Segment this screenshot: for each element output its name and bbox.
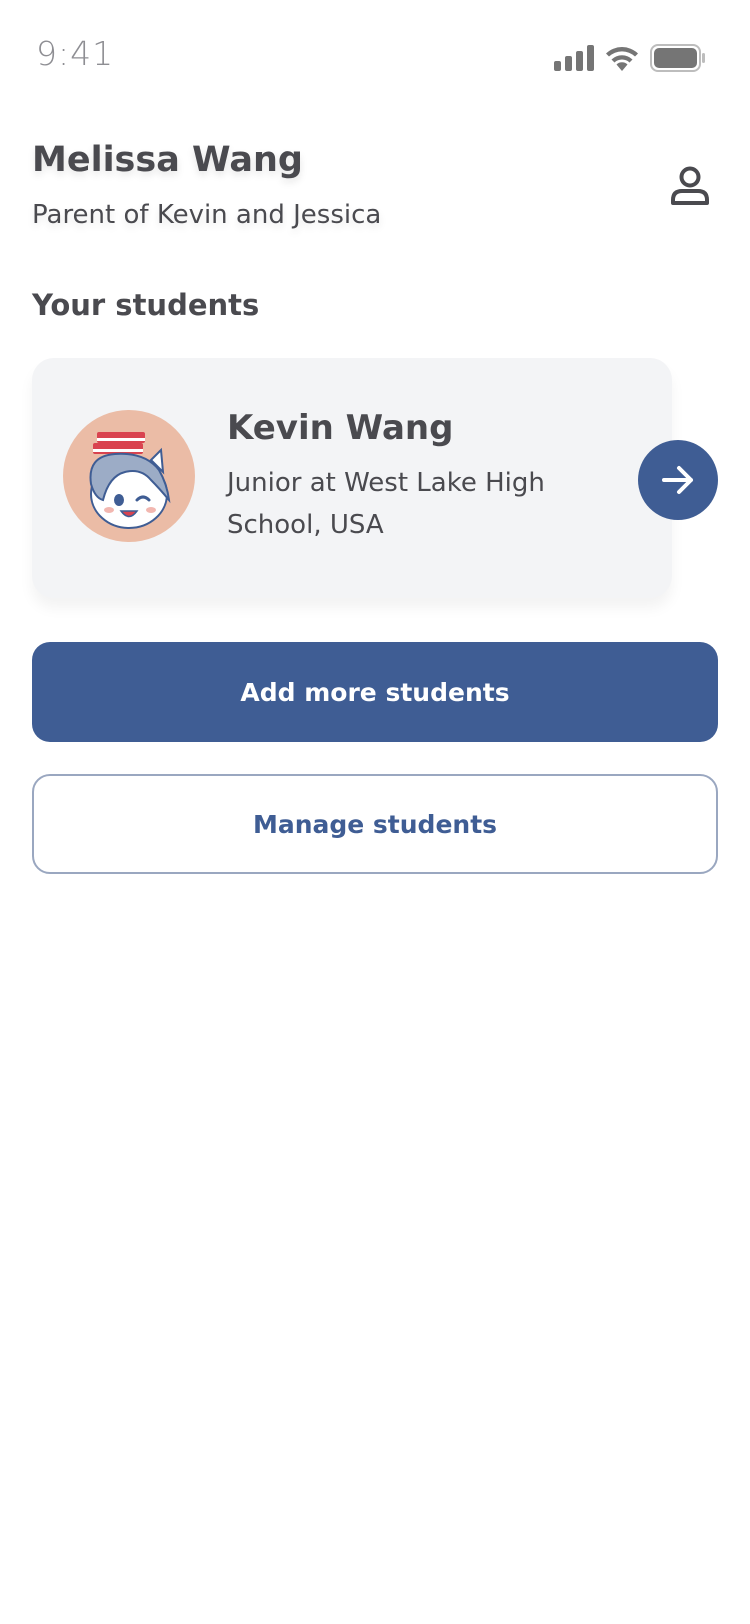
student-school: Junior at West Lake High School, USA <box>227 468 545 540</box>
student-name: Kevin Wang <box>227 408 454 448</box>
manage-students-button[interactable]: Manage students <box>32 774 718 874</box>
parent-home-screen: 9:41 Melissa Wang Parent of Kevin and Je… <box>0 0 750 1624</box>
status-icons <box>554 42 706 74</box>
unicorn-avatar-icon <box>89 432 171 529</box>
status-bar: 9:41 <box>0 0 750 110</box>
arrow-right-icon <box>662 466 693 494</box>
student-card[interactable]: Kevin Wang Junior at West Lake High Scho… <box>32 358 672 598</box>
profile-button[interactable] <box>664 160 716 212</box>
add-more-students-button[interactable]: Add more students <box>32 642 718 742</box>
open-student-button[interactable] <box>638 440 718 520</box>
user-role: Parent of Kevin and Jessica <box>32 200 382 230</box>
student-avatar <box>63 410 195 542</box>
person-icon <box>671 166 709 205</box>
wifi-icon <box>606 47 638 71</box>
battery-icon <box>650 44 705 72</box>
section-title: Your students <box>32 288 260 322</box>
status-time: 9:41 <box>36 34 115 73</box>
signal-icon <box>554 45 594 71</box>
user-name: Melissa Wang <box>32 140 303 180</box>
